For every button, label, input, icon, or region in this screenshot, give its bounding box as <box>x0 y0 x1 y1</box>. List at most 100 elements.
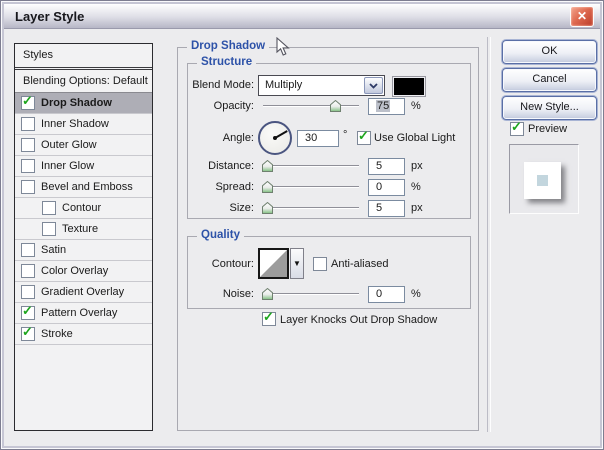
angle-label: Angle: <box>134 132 254 144</box>
sidebar-item-drop-shadow[interactable]: Drop Shadow <box>15 93 152 114</box>
checkbox-icon[interactable] <box>21 264 35 278</box>
window-title: Layer Style <box>15 9 84 24</box>
checkbox-icon[interactable] <box>21 285 35 299</box>
checkbox-icon[interactable] <box>21 159 35 173</box>
blend-mode-select[interactable]: Multiply <box>258 75 385 96</box>
spread-input[interactable]: 0 <box>368 179 405 196</box>
sidebar-item-blending-options[interactable]: Blending Options: Default <box>15 70 152 93</box>
shadow-color-swatch[interactable] <box>393 77 425 96</box>
sidebar-item-contour[interactable]: Contour <box>15 198 152 219</box>
slider-track <box>263 293 359 295</box>
noise-label: Noise: <box>134 288 254 300</box>
use-global-light-checkbox[interactable] <box>357 131 371 145</box>
checkbox-icon[interactable] <box>21 138 35 152</box>
preview-inner-square <box>537 175 548 186</box>
sidebar-item-label: Inner Glow <box>41 160 94 172</box>
opacity-slider[interactable] <box>263 100 359 112</box>
angle-dial[interactable] <box>258 121 292 155</box>
sidebar-item-pattern-overlay[interactable]: Pattern Overlay <box>15 303 152 324</box>
size-input[interactable]: 5 <box>368 200 405 217</box>
page-title: Drop Shadow <box>187 40 269 52</box>
checkbox-icon[interactable] <box>21 96 35 110</box>
ok-button[interactable]: OK <box>502 40 597 64</box>
opacity-unit: % <box>411 100 421 112</box>
opacity-label: Opacity: <box>134 100 254 112</box>
sidebar-item-satin[interactable]: Satin <box>15 240 152 261</box>
contour-label: Contour: <box>134 258 254 270</box>
layer-knocks-out-label: Layer Knocks Out Drop Shadow <box>280 314 437 326</box>
sidebar-item-inner-shadow[interactable]: Inner Shadow <box>15 114 152 135</box>
noise-unit: % <box>411 288 421 300</box>
layer-knocks-out-checkbox[interactable] <box>262 312 276 326</box>
slider-track <box>263 186 359 188</box>
size-unit: px <box>411 202 423 214</box>
slider-thumb-icon[interactable] <box>330 100 341 112</box>
sidebar-item-label: Texture <box>62 223 98 235</box>
sidebar-item-label: Inner Shadow <box>41 118 109 130</box>
blend-mode-label: Blend Mode: <box>134 79 254 91</box>
sidebar-item-label: Contour <box>62 202 101 214</box>
distance-unit: px <box>411 160 423 172</box>
sidebar-item-texture[interactable]: Texture <box>15 219 152 240</box>
sidebar-item-label: Stroke <box>41 328 73 340</box>
slider-thumb-icon[interactable] <box>262 288 273 300</box>
sidebar-item-label: Satin <box>41 244 66 256</box>
checkbox-icon[interactable] <box>21 243 35 257</box>
sidebar-item-gradient-overlay[interactable]: Gradient Overlay <box>15 282 152 303</box>
styles-list: Styles Blending Options: Default Drop Sh… <box>14 43 153 431</box>
title-bar[interactable]: Layer Style ✕ <box>4 4 600 29</box>
checkbox-icon[interactable] <box>21 327 35 341</box>
spread-unit: % <box>411 181 421 193</box>
slider-thumb-icon[interactable] <box>262 181 273 193</box>
checkbox-icon[interactable] <box>42 222 56 236</box>
sidebar-item-label: Drop Shadow <box>41 97 112 109</box>
slider-thumb-icon[interactable] <box>262 160 273 172</box>
anti-aliased-checkbox[interactable] <box>313 257 327 271</box>
sidebar-item-inner-glow[interactable]: Inner Glow <box>15 156 152 177</box>
checkbox-icon[interactable] <box>42 201 56 215</box>
styles-header[interactable]: Styles <box>15 44 152 70</box>
chevron-down-icon[interactable] <box>364 77 383 94</box>
distance-slider[interactable] <box>263 160 359 172</box>
use-global-light-label: Use Global Light <box>374 132 455 144</box>
sidebar-item-stroke[interactable]: Stroke <box>15 324 152 345</box>
noise-slider[interactable] <box>263 288 359 300</box>
opacity-input[interactable]: 75 <box>368 98 405 115</box>
sidebar-item-label: Outer Glow <box>41 139 97 151</box>
angle-input[interactable]: 30 <box>297 130 339 147</box>
cancel-button[interactable]: Cancel <box>502 68 597 92</box>
sidebar-item-label: Bevel and Emboss <box>41 181 133 193</box>
size-slider[interactable] <box>263 202 359 214</box>
close-icon[interactable]: ✕ <box>570 6 594 27</box>
slider-thumb-icon[interactable] <box>262 202 273 214</box>
sidebar-item-bevel-and-emboss[interactable]: Bevel and Emboss <box>15 177 152 198</box>
distance-input[interactable]: 5 <box>368 158 405 175</box>
angle-center-dot-icon <box>273 136 277 140</box>
anti-aliased-label: Anti-aliased <box>331 258 388 270</box>
spread-label: Spread: <box>134 181 254 193</box>
preview-layer-square <box>524 162 561 199</box>
sidebar-item-label: Gradient Overlay <box>41 286 124 298</box>
contour-dropdown-icon[interactable]: ▼ <box>290 248 304 279</box>
checkbox-icon[interactable] <box>21 180 35 194</box>
panel-divider <box>487 37 491 432</box>
new-style-button[interactable]: New Style... <box>502 96 597 120</box>
quality-legend: Quality <box>197 229 244 241</box>
sidebar-item-label: Color Overlay <box>41 265 108 277</box>
sidebar-item-color-overlay[interactable]: Color Overlay <box>15 261 152 282</box>
contour-thumbnail[interactable] <box>258 248 289 279</box>
checkbox-icon[interactable] <box>21 306 35 320</box>
distance-label: Distance: <box>134 160 254 172</box>
sidebar-item-outer-glow[interactable]: Outer Glow <box>15 135 152 156</box>
checkbox-icon[interactable] <box>21 117 35 131</box>
spread-slider[interactable] <box>263 181 359 193</box>
slider-track <box>263 105 359 107</box>
structure-legend: Structure <box>197 56 256 68</box>
preview-checkbox[interactable] <box>510 122 524 136</box>
angle-unit: ° <box>343 129 347 141</box>
blend-mode-value: Multiply <box>265 79 302 91</box>
noise-input[interactable]: 0 <box>368 286 405 303</box>
slider-track <box>263 207 359 209</box>
mouse-cursor-icon <box>276 37 290 57</box>
layer-style-dialog: Layer Style ✕ Styles Blending Options: D… <box>0 0 604 450</box>
